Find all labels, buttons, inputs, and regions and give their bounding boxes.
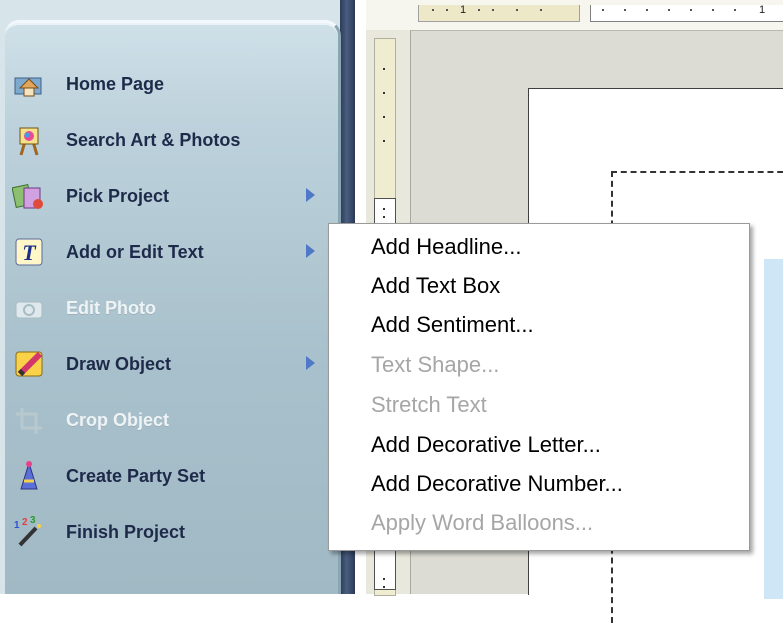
ruler-tick bbox=[383, 92, 385, 94]
art-easel-icon bbox=[19, 127, 39, 156]
svg-text:2: 2 bbox=[22, 517, 28, 528]
svg-text:3: 3 bbox=[30, 516, 36, 526]
ruler-tick bbox=[712, 9, 714, 11]
sidebar: Home Page Search Art & Photos Pick Proje… bbox=[0, 0, 355, 594]
svg-text:T: T bbox=[22, 240, 37, 265]
sidebar-item-label: Search Art & Photos bbox=[66, 130, 241, 150]
ruler-tick bbox=[383, 116, 385, 118]
text-t-icon: T bbox=[15, 238, 43, 266]
pick-project-icon bbox=[12, 183, 43, 209]
sidebar-item-label: Edit Photo bbox=[66, 298, 156, 318]
menu-item-add-decorative-number[interactable]: Add Decorative Number... bbox=[371, 471, 623, 497]
ruler-tick bbox=[602, 9, 604, 11]
sidebar-item-home-page[interactable]: Home Page bbox=[0, 62, 320, 106]
page-artwork bbox=[764, 259, 783, 599]
ruler-tick bbox=[383, 578, 385, 580]
ruler-tick bbox=[383, 208, 385, 210]
ruler-margin-area bbox=[418, 5, 580, 22]
camera-icon bbox=[15, 301, 43, 319]
sidebar-item-edit-photo[interactable]: Edit Photo bbox=[0, 286, 320, 330]
sidebar-item-label: Crop Object bbox=[66, 410, 170, 430]
menu-item-add-decorative-letter[interactable]: Add Decorative Letter... bbox=[371, 432, 601, 458]
ruler-tick bbox=[432, 9, 434, 11]
ruler-tick bbox=[383, 140, 385, 142]
ruler-tick bbox=[646, 9, 648, 11]
sidebar-item-create-party-set[interactable]: Create Party Set bbox=[0, 454, 320, 498]
ruler-tick bbox=[383, 68, 385, 70]
menu-item-apply-word-balloons[interactable]: Apply Word Balloons... bbox=[371, 510, 593, 536]
ruler-tick bbox=[478, 9, 480, 11]
sidebar-item-finish-project[interactable]: 1 2 3 Finish Project bbox=[0, 510, 320, 554]
sidebar-item-draw-object[interactable]: Draw Object bbox=[0, 342, 320, 386]
menu-item-stretch-text[interactable]: Stretch Text bbox=[371, 392, 487, 418]
ruler-label: 1 bbox=[759, 4, 766, 16]
sidebar-item-label: Home Page bbox=[66, 74, 165, 94]
ruler-tick bbox=[668, 9, 670, 11]
chevron-right-icon bbox=[306, 188, 315, 202]
pencil-draw-icon bbox=[15, 351, 43, 377]
menu-item-text-shape[interactable]: Text Shape... bbox=[371, 352, 499, 378]
svg-text:1: 1 bbox=[14, 520, 20, 531]
sidebar-item-add-or-edit-text[interactable]: T Add or Edit Text bbox=[0, 230, 320, 274]
sidebar-item-search-art-photos[interactable]: Search Art & Photos bbox=[0, 118, 320, 162]
menu-item-add-headline[interactable]: Add Headline... bbox=[371, 234, 521, 260]
horizontal-ruler: 1 1 bbox=[366, 0, 783, 31]
chevron-right-icon bbox=[306, 244, 315, 258]
ruler-tick bbox=[690, 9, 692, 11]
menu-item-add-sentiment[interactable]: Add Sentiment... bbox=[371, 312, 534, 338]
sidebar-item-label: Create Party Set bbox=[66, 466, 206, 486]
ruler-tick bbox=[734, 9, 736, 11]
home-page-icon bbox=[14, 77, 42, 97]
sidebar-item-label: Draw Object bbox=[66, 354, 172, 374]
sidebar-item-label: Add or Edit Text bbox=[66, 242, 204, 262]
ruler-label: 1 bbox=[460, 4, 467, 16]
add-or-edit-text-submenu: Add Headline... Add Text Box Add Sentime… bbox=[328, 223, 750, 551]
ruler-tick bbox=[492, 9, 494, 11]
chevron-right-icon bbox=[306, 356, 315, 370]
sidebar-item-pick-project[interactable]: Pick Project bbox=[0, 174, 320, 218]
sidebar-item-crop-object[interactable]: Crop Object bbox=[0, 398, 320, 442]
magic-wand-icon: 1 2 3 bbox=[14, 516, 41, 547]
ruler-active-area bbox=[590, 5, 783, 22]
ruler-tick bbox=[446, 9, 448, 11]
party-hat-icon bbox=[20, 461, 38, 490]
ruler-tick bbox=[516, 9, 518, 11]
ruler-tick bbox=[383, 216, 385, 218]
ruler-tick bbox=[624, 9, 626, 11]
sidebar-item-label: Finish Project bbox=[66, 522, 186, 542]
ruler-tick bbox=[540, 9, 542, 11]
menu-item-add-text-box[interactable]: Add Text Box bbox=[371, 273, 500, 299]
crop-icon bbox=[16, 408, 42, 434]
ruler-tick bbox=[383, 586, 385, 588]
sidebar-item-label: Pick Project bbox=[66, 186, 170, 206]
